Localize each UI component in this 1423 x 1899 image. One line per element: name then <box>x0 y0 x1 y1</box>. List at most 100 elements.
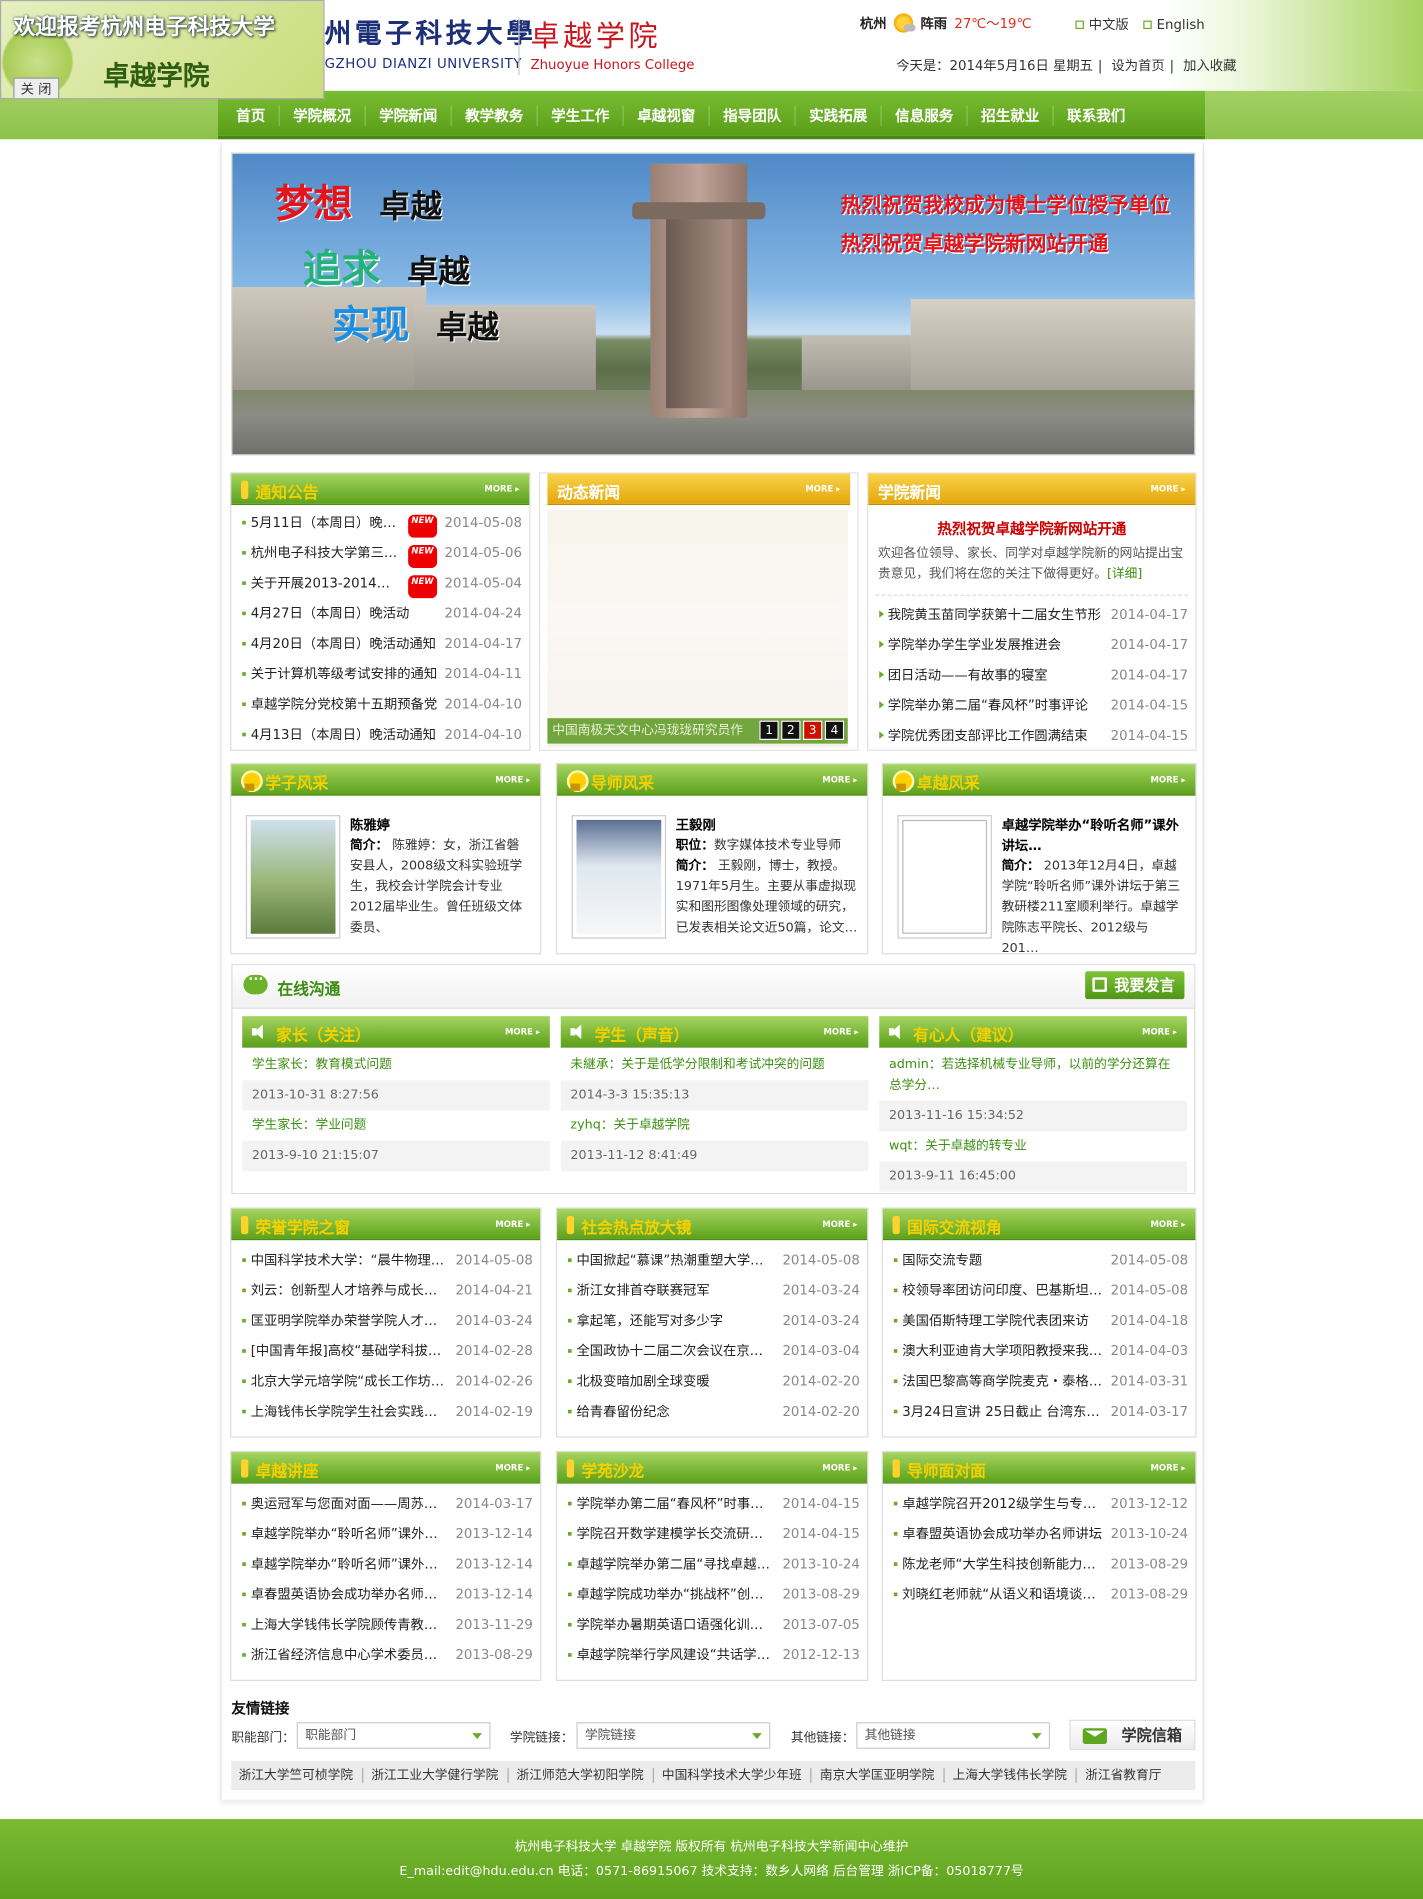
mentor-photo[interactable] <box>571 815 667 939</box>
list-item[interactable]: 上海大学钱伟长学院顾传青教授学术… 2013-11-29 <box>241 1610 533 1640</box>
list-item-title[interactable]: 法国巴黎高等商学院麦克・泰格… <box>893 1366 1102 1396</box>
list-item[interactable]: 学院举办学生学业发展推进会 2014-04-17 <box>878 630 1188 660</box>
list-item-title[interactable]: 4月27日（本周日）晚活动 <box>241 598 409 628</box>
list-item-title[interactable]: 北京大学元培学院“成长工作坊”活… <box>241 1366 448 1396</box>
list-item[interactable]: 中国科学技术大学：“晨牛物理… 2014-05-08 <box>241 1245 533 1275</box>
message-link[interactable]: 学生家长：学业问题 <box>242 1115 550 1136</box>
list-item-title[interactable]: 学院举办第二届“春风杯”时事评论 <box>878 690 1088 720</box>
list-item[interactable]: 团日活动——有故事的寝室 2014-04-17 <box>878 660 1188 690</box>
more-link[interactable]: MORE ▸ <box>822 1463 857 1473</box>
message-link[interactable]: zyhq：关于卓越学院 <box>561 1115 869 1136</box>
friend-link[interactable]: 南京大学匡亚明学院 <box>811 1768 945 1783</box>
list-item[interactable]: 美国佰斯特理工学院代表团来访 2014-04-18 <box>893 1306 1188 1336</box>
university-logo-text[interactable]: 州電子科技大學 <box>325 12 537 51</box>
nav-item-student-work[interactable]: 学生工作 <box>538 104 624 126</box>
friend-link[interactable]: 浙江大学竺可桢学院 <box>231 1768 363 1783</box>
nav-item-news[interactable]: 学院新闻 <box>366 104 452 126</box>
friend-link[interactable]: 浙江工业大学健行学院 <box>363 1768 509 1783</box>
slide-page-3[interactable]: 3 <box>802 720 823 740</box>
list-item-title[interactable]: 卓越学院举办“聆听名师”课外讲坛… <box>241 1519 448 1549</box>
list-item-title[interactable]: 上海大学钱伟长学院顾传青教授学术… <box>241 1610 448 1640</box>
list-item-title[interactable]: 北极变暗加剧全球变暖 <box>567 1366 710 1396</box>
popup-close-button[interactable]: 关 闭 <box>13 77 59 99</box>
more-link[interactable]: MORE ▸ <box>805 484 840 494</box>
list-item[interactable]: 奥运冠军与您面对面——周苏红畅谈… 2014-03-17 <box>241 1488 533 1518</box>
list-item[interactable]: 澳大利亚迪肯大学项阳教授来我校访… 2014-04-03 <box>893 1336 1188 1366</box>
profile-name[interactable]: 王毅刚 <box>676 815 858 836</box>
friend-link[interactable]: 浙江省教育厅 <box>1077 1768 1170 1783</box>
list-item-title[interactable]: 浙江省经济信息中心学术委员会主任… <box>241 1640 448 1670</box>
list-item[interactable]: 关于开展2013-2014学年第二学 NEW 2014-05-04 <box>241 568 522 599</box>
list-item[interactable]: 5月11日（本周日）晚活动 NEW 2014-05-08 <box>241 507 522 538</box>
slide-page-1[interactable]: 1 <box>759 720 779 740</box>
nav-item-practice[interactable]: 实践拓展 <box>796 104 882 126</box>
add-favorite-link[interactable]: 加入收藏 <box>1183 58 1236 74</box>
slideshow-caption[interactable]: 中国南极天文中心冯珑珑研究员作 1 2 3 4 <box>547 718 848 744</box>
more-link[interactable]: MORE ▸ <box>495 1463 530 1473</box>
more-link[interactable]: MORE ▸ <box>505 1027 540 1037</box>
list-item-title[interactable]: 全国政协十二届二次会议在京开幕 <box>567 1336 775 1366</box>
more-link[interactable]: MORE ▸ <box>822 775 857 785</box>
message-link[interactable]: 未継承：关于是低学分限制和考试冲突的问题 <box>561 1055 869 1076</box>
list-item[interactable]: 卓春盟英语协会成功举办名师讲坛 2013-12-14 <box>241 1579 533 1609</box>
list-item[interactable]: 学院优秀团支部评比工作圆满结束 2014-04-15 <box>878 721 1188 751</box>
list-item[interactable]: 我院黄玉苗同学获第十二届女生节形 2014-04-17 <box>878 599 1188 629</box>
list-item[interactable]: 卓越学院举办“聆听名师”课外讲坛… 2013-12-14 <box>241 1519 533 1549</box>
list-item[interactable]: 关于计算机等级考试安排的通知 2014-04-11 <box>241 659 522 689</box>
list-item[interactable]: 拿起笔，还能写对多少字 2014-03-24 <box>567 1306 860 1336</box>
message-link[interactable]: 学生家长：教育模式问题 <box>242 1055 550 1076</box>
slide-page-2[interactable]: 2 <box>781 720 801 740</box>
list-item[interactable]: 中国掀起“慕课”热潮重塑大学课堂… 2014-05-08 <box>567 1245 860 1275</box>
list-item-title[interactable]: 卓越学院举行学风建设“共话学业”… <box>567 1640 775 1670</box>
more-link[interactable]: MORE ▸ <box>1142 1027 1177 1037</box>
list-item-title[interactable]: 国际交流专题 <box>893 1245 982 1275</box>
list-item-title[interactable]: 我院黄玉苗同学获第十二届女生节形 <box>878 599 1101 629</box>
list-item-title[interactable]: 学院举办暑期英语口语强化训练营活… <box>567 1610 775 1640</box>
list-item[interactable]: 学院举办第二届“春风杯”时事评论 2014-04-15 <box>878 690 1188 720</box>
list-item[interactable]: 刘云：创新型人才培养与成长的政策… 2014-04-21 <box>241 1275 533 1305</box>
list-item[interactable]: 北京大学元培学院“成长工作坊”活… 2014-02-26 <box>241 1366 533 1396</box>
news-slideshow-photo[interactable] <box>547 509 848 748</box>
college-logo-text[interactable]: 卓越学院 <box>530 12 661 54</box>
college-mailbox-button[interactable]: 学院信箱 <box>1069 1719 1196 1751</box>
list-item-title[interactable]: 中国科学技术大学：“晨牛物理… <box>241 1245 444 1275</box>
list-item-title[interactable]: 卓越学院举办第二届“寻找卓越表演… <box>567 1549 775 1579</box>
more-link[interactable]: MORE ▸ <box>1150 1220 1185 1230</box>
list-item[interactable]: 卓越学院举办第二届“寻找卓越表演… 2013-10-24 <box>567 1549 860 1579</box>
message-link[interactable]: wqt：关于卓越的转专业 <box>879 1136 1187 1157</box>
list-item-title[interactable]: 关于计算机等级考试安排的通知 <box>241 659 437 689</box>
list-item-title[interactable]: 卓春盟英语协会成功举办名师讲坛 <box>893 1519 1102 1549</box>
list-item[interactable]: 学院举办第二届“春风杯”时事评论… 2014-04-15 <box>567 1488 860 1518</box>
list-item-title[interactable]: 关于开展2013-2014学年第二学 <box>241 568 400 598</box>
list-item-title[interactable]: 杭州电子科技大学第三届统计调 <box>241 538 400 568</box>
list-item-title[interactable]: 学院召开数学建模学长交流研讨会 <box>567 1519 775 1549</box>
list-item-title[interactable]: 上海钱伟长学院学生社会实践活动“… <box>241 1396 448 1426</box>
nav-item-window[interactable]: 卓越视窗 <box>624 104 710 126</box>
list-item-title[interactable]: 奥运冠军与您面对面——周苏红畅谈… <box>241 1488 448 1518</box>
list-item[interactable]: 4月27日（本周日）晚活动 2014-04-24 <box>241 598 522 628</box>
list-item[interactable]: 国际交流专题 2014-05-08 <box>893 1245 1188 1275</box>
list-item[interactable]: [中国青年报]高校“基础学科拔尖计… 2014-02-28 <box>241 1336 533 1366</box>
list-item[interactable]: 卓越学院成功举办“挑战杯”创业计… 2013-08-29 <box>567 1579 860 1609</box>
list-item[interactable]: 陈龙老师“大学生科技创新能力培养… 2013-08-29 <box>893 1549 1188 1579</box>
set-home-link[interactable]: 设为首页 <box>1111 58 1164 74</box>
list-item[interactable]: 3月24日宣讲 25日截止 台湾东海大… 2014-03-17 <box>893 1396 1188 1426</box>
list-item-title[interactable]: 匡亚明学院举办荣誉学院人才培养工… <box>241 1306 448 1336</box>
post-message-button[interactable]: 我要发言 <box>1085 971 1185 1000</box>
list-item-title[interactable]: 学院举办学生学业发展推进会 <box>878 630 1061 660</box>
more-link[interactable]: MORE ▸ <box>823 1027 858 1037</box>
list-item-title[interactable]: 学院举办第二届“春风杯”时事评论… <box>567 1488 775 1518</box>
profile-name[interactable]: 陈雅婷 <box>350 815 532 836</box>
list-item-title[interactable]: 卓越学院成功举办“挑战杯”创业计… <box>567 1579 775 1609</box>
list-item[interactable]: 卓春盟英语协会成功举办名师讲坛 2013-10-24 <box>893 1519 1188 1549</box>
list-item-title[interactable]: 5月11日（本周日）晚活动 <box>241 507 400 537</box>
list-item[interactable]: 卓越学院举办“聆听名师”课外讲坛… 2013-12-14 <box>241 1549 533 1579</box>
nav-item-info[interactable]: 信息服务 <box>882 104 968 126</box>
list-item[interactable]: 4月20日（本周日）晚活动通知 2014-04-17 <box>241 629 522 659</box>
list-item[interactable]: 上海钱伟长学院学生社会实践活动“… 2014-02-19 <box>241 1396 533 1426</box>
list-item[interactable]: 卓越学院召开2012级学生与专业导师… 2013-12-12 <box>893 1488 1188 1518</box>
detail-link[interactable]: [详细] <box>1107 567 1142 582</box>
nav-item-contact[interactable]: 联系我们 <box>1054 105 1139 126</box>
nav-item-home[interactable]: 首页 <box>223 104 280 126</box>
profile-name[interactable]: 卓越学院举办“聆听名师”课外讲坛… <box>1002 815 1184 856</box>
